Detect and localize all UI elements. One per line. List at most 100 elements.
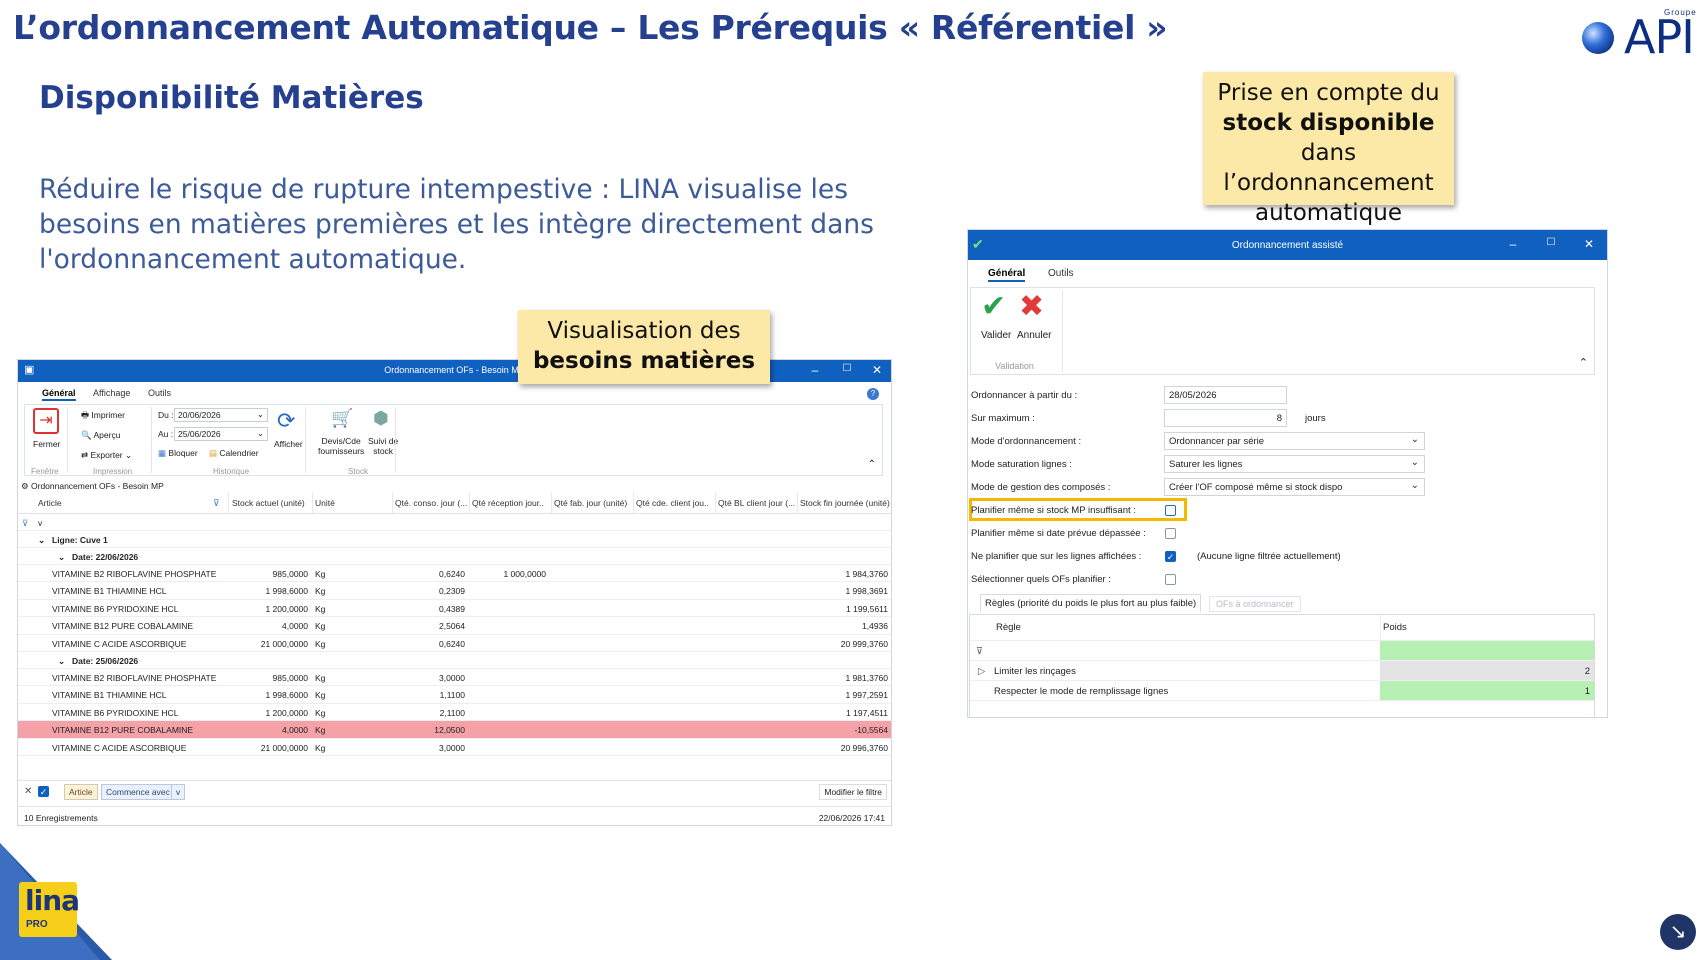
- au-date-input[interactable]: 25/06/2026 ⌄: [174, 427, 268, 441]
- cell-article: VITAMINE B6 PYRIDOXINE HCL: [52, 707, 179, 718]
- col-unite[interactable]: Unité: [315, 498, 335, 508]
- devis-button[interactable]: Devis/Cde fournisseurs: [318, 436, 364, 456]
- tab-general[interactable]: Général: [42, 388, 76, 401]
- rule-weight[interactable]: 2: [1585, 666, 1590, 677]
- filter-icon[interactable]: ⊽: [976, 646, 983, 657]
- tab-outils[interactable]: Outils: [148, 388, 171, 398]
- expand-row-icon[interactable]: ▷: [978, 666, 985, 677]
- table-row[interactable]: VITAMINE B12 PURE COBALAMINE 4,0000 Kg 2,50…: [18, 617, 891, 635]
- cell-unite: Kg: [315, 638, 326, 649]
- expand-icon[interactable]: ⌄: [58, 552, 65, 563]
- valider-icon[interactable]: ✔: [981, 290, 1006, 324]
- expand-icon[interactable]: ⌄: [38, 535, 45, 546]
- mode-ord-select[interactable]: Ordonnancer par série ⌄: [1164, 432, 1425, 450]
- help-icon[interactable]: ?: [867, 388, 879, 400]
- tab-regles[interactable]: Règles (priorité du poids le plus fort a…: [980, 594, 1202, 612]
- fermer-icon[interactable]: ⇥: [33, 408, 59, 434]
- selectionner-checkbox[interactable]: [1165, 574, 1176, 585]
- ne-planifier-checkbox[interactable]: ✓: [1165, 551, 1176, 562]
- close-icon[interactable]: ✕: [1581, 237, 1597, 251]
- valider-button[interactable]: Valider: [981, 330, 1011, 341]
- filter-chip-article[interactable]: Article: [64, 784, 98, 800]
- group-row-date2[interactable]: ⌄ Date: 25/06/2026: [18, 652, 891, 670]
- table-row[interactable]: VITAMINE C ACIDE ASCORBIQUE 21 000,0000 Kg…: [18, 739, 891, 756]
- du-date-input[interactable]: 20/06/2026 ⌄: [174, 408, 268, 422]
- mode-ord-label: Mode d'ordonnancement :: [971, 436, 1082, 447]
- collapse-ribbon-icon[interactable]: ⌃: [868, 459, 876, 470]
- tab-ofs-a-ordonnancer[interactable]: OFs à ordonnancer: [1209, 596, 1301, 612]
- filter-chip-operator[interactable]: Commence avec: [101, 784, 175, 800]
- mode-comp-select[interactable]: Créer l'OF composé même si stock dispo ⌄: [1164, 478, 1425, 496]
- planifier-mp-checkbox[interactable]: [1165, 505, 1176, 516]
- col-reception[interactable]: Qté réception jour...: [472, 498, 544, 508]
- group-date1-label: Date: 22/06/2026: [72, 552, 139, 562]
- minimize-icon[interactable]: –: [1505, 237, 1521, 251]
- modify-filter-button[interactable]: Modifier le filtre: [819, 784, 887, 800]
- next-slide-button[interactable]: ↘: [1660, 914, 1696, 950]
- col-poids[interactable]: Poids: [1383, 622, 1407, 633]
- col-stock-actuel[interactable]: Stock actuel (unité): [232, 498, 310, 508]
- table-row[interactable]: VITAMINE B2 RIBOFLAVINE PHOSPHATE 985,000…: [18, 669, 891, 687]
- filter-icon[interactable]: ⊽: [213, 498, 220, 509]
- sur-max-input[interactable]: 8: [1164, 409, 1287, 427]
- tab-general[interactable]: Général: [988, 268, 1026, 282]
- collapse-ribbon-icon[interactable]: ⌃: [1579, 356, 1588, 369]
- rule-row[interactable]: Respecter le mode de remplissage lignes …: [970, 681, 1594, 701]
- calendrier-button[interactable]: ▤ Calendrier: [209, 448, 259, 459]
- bloquer-label: Bloquer: [168, 448, 198, 458]
- col-article[interactable]: Article: [38, 498, 62, 508]
- apercu-button[interactable]: 🔍 Aperçu: [81, 430, 120, 441]
- filter-row[interactable]: ⊽ v: [18, 514, 891, 532]
- cell-fin: 1 997,2591: [845, 690, 888, 701]
- cell-unite: Kg: [315, 725, 326, 736]
- rule-row[interactable]: ▷ Limiter les rinçages 2: [970, 661, 1594, 681]
- table-row[interactable]: VITAMINE B6 PYRIDOXINE HCL 1 200,0000 Kg 0,…: [18, 600, 891, 618]
- table-row[interactable]: VITAMINE B1 THIAMINE HCL 1 998,6000 Kg 0,23…: [18, 582, 891, 600]
- exporter-button[interactable]: ⇄ Exporter ⌄: [81, 450, 132, 461]
- expand-icon[interactable]: ⌄: [58, 656, 65, 667]
- cell-unite: Kg: [315, 586, 326, 597]
- maximize-icon[interactable]: ☐: [1543, 237, 1559, 248]
- table-row[interactable]: VITAMINE B6 PYRIDOXINE HCL 1 200,0000 Kg 2,…: [18, 704, 891, 722]
- ordonnancement-assiste-window: ✔ Ordonnancement assisté – ☐ ✕ Général O…: [967, 229, 1608, 718]
- close-icon[interactable]: ✕: [869, 363, 885, 377]
- col-regle[interactable]: Règle: [996, 622, 1021, 633]
- chevron-down-icon: ⌄: [256, 428, 264, 438]
- ordonnancer-date-input[interactable]: 28/05/2026: [1164, 386, 1287, 404]
- group-row-ligne[interactable]: ⌄ Ligne: Cuve 1: [18, 531, 891, 549]
- annuler-icon[interactable]: ✖: [1019, 290, 1044, 324]
- maximize-icon[interactable]: ☐: [839, 363, 855, 374]
- filter-chip-value[interactable]: v: [171, 784, 186, 800]
- mode-sat-select[interactable]: Saturer les lignes ⌄: [1164, 455, 1425, 473]
- clear-filter-icon[interactable]: ✕: [24, 786, 32, 797]
- fermer-button[interactable]: Fermer: [33, 439, 60, 449]
- cell-stock: 4,0000: [282, 725, 308, 736]
- tab-affichage[interactable]: Affichage: [93, 388, 130, 398]
- group-row-date1[interactable]: ⌄ Date: 22/06/2026: [18, 548, 891, 566]
- table-row[interactable]: VITAMINE C ACIDE ASCORBIQUE 21 000,0000 Kg…: [18, 635, 891, 652]
- col-bl-client[interactable]: Qté BL client jour (...: [718, 498, 796, 508]
- table-row[interactable]: VITAMINE B1 THIAMINE HCL 1 998,6000 Kg 1,11…: [18, 686, 891, 704]
- cell-conso: 12,0500: [434, 725, 465, 736]
- afficher-button[interactable]: Afficher: [274, 439, 303, 449]
- table-row[interactable]: VITAMINE B12 PURE COBALAMINE 4,0000 Kg 12,0…: [18, 721, 891, 739]
- annuler-button[interactable]: Annuler: [1017, 330, 1051, 341]
- col-fab[interactable]: Qté fab. jour (unité): [554, 498, 632, 508]
- col-stock-fin[interactable]: Stock fin journée (unité): [800, 498, 891, 508]
- rules-filter-row[interactable]: ⊽: [970, 641, 1594, 661]
- filter-enabled-checkbox[interactable]: ✓: [38, 786, 49, 797]
- rule-weight[interactable]: 1: [1585, 686, 1590, 697]
- planifier-date-checkbox[interactable]: [1165, 528, 1176, 539]
- bloquer-button[interactable]: ▦ Bloquer: [158, 448, 198, 459]
- col-conso[interactable]: Qté. conso. jour (...: [395, 498, 467, 508]
- cell-fin: 1 197,4511: [846, 707, 888, 718]
- tab-outils[interactable]: Outils: [1048, 268, 1074, 279]
- minimize-icon[interactable]: –: [807, 363, 823, 377]
- col-cde-client[interactable]: Qté cde. client jou...: [636, 498, 708, 508]
- suivi-stock-button[interactable]: Suivi de stock: [368, 436, 398, 456]
- imprimer-button[interactable]: 🖶 Imprimer: [81, 410, 125, 424]
- du-label: Du :: [158, 410, 174, 420]
- group-impression: Impression: [93, 467, 133, 476]
- filter-row-value[interactable]: v: [38, 518, 42, 528]
- table-row[interactable]: VITAMINE B2 RIBOFLAVINE PHOSPHATE 985,000…: [18, 565, 891, 583]
